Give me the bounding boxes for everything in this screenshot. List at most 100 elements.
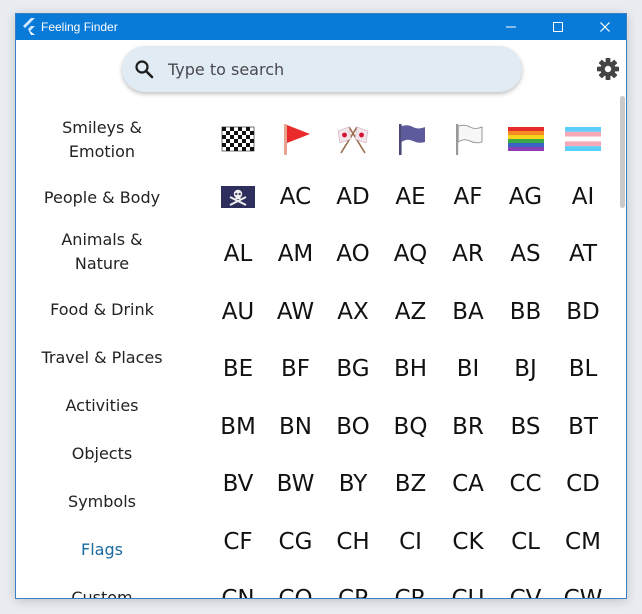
flag-tile[interactable]: AU [209,283,267,341]
flag-tile[interactable]: AW [267,283,325,341]
flag-tile[interactable]: AC [267,168,325,226]
flag-tile[interactable]: AE [382,168,440,226]
flag-tile[interactable]: CI [382,513,440,571]
flag-tile[interactable]: BL [554,340,612,398]
flag-code: CL [511,528,540,555]
flag-tile[interactable]: AO [324,225,382,283]
sidebar-item-flags[interactable]: Flags [16,538,188,562]
flag-code: CO [278,586,313,599]
maximize-button[interactable] [535,14,581,40]
app-window: Feeling Finder Smile [15,13,627,599]
flag-tile[interactable]: BF [267,340,325,398]
flag-tile[interactable]: BI [439,340,497,398]
flag-tile[interactable]: AQ [382,225,440,283]
flag-tile[interactable]: AF [439,168,497,226]
flag-tile[interactable]: BJ [497,340,555,398]
close-button[interactable] [582,14,626,40]
flag-tile[interactable]: CG [267,513,325,571]
flag-tile[interactable]: BM [209,398,267,456]
emoji-tile[interactable] [324,110,382,168]
emoji-tile[interactable] [209,110,267,168]
flag-tile[interactable]: AZ [382,283,440,341]
sidebar-item-symbols[interactable]: Symbols [16,490,188,514]
flag-tile[interactable]: BN [267,398,325,456]
flag-tile[interactable]: CR [382,570,440,598]
flag-tile[interactable]: BA [439,283,497,341]
sidebar-item-label: Food & Drink [50,300,154,319]
flag-tile[interactable]: BB [497,283,555,341]
gear-icon[interactable] [595,56,621,82]
emoji-tile[interactable] [497,110,555,168]
title-bar[interactable]: Feeling Finder [16,14,626,40]
flag-tile[interactable]: BG [324,340,382,398]
sidebar-item-smileys-emotion[interactable]: Smileys & Emotion [16,116,188,164]
scrollbar-thumb[interactable] [620,96,625,208]
emoji-tile[interactable] [267,110,325,168]
emoji-tile[interactable] [439,110,497,168]
search-input[interactable] [168,56,498,82]
flag-tile[interactable]: CD [554,455,612,513]
flag-tile[interactable]: BZ [382,455,440,513]
flag-tile[interactable]: CP [324,570,382,598]
category-sidebar: Smileys & Emotion People & Body Animals & Na… [16,104,188,598]
emoji-tile[interactable] [209,168,267,226]
emoji-tile[interactable] [382,110,440,168]
white-flag-icon [450,121,486,157]
chequered-flag-icon [220,125,256,153]
flag-tile[interactable]: CH [324,513,382,571]
flag-tile[interactable]: CA [439,455,497,513]
flag-tile[interactable]: BD [554,283,612,341]
flag-tile[interactable]: AD [324,168,382,226]
sidebar-item-custom[interactable]: Custom [16,586,188,598]
flag-tile[interactable]: AR [439,225,497,283]
flag-tile[interactable]: CO [267,570,325,599]
flag-tile[interactable]: AS [497,225,555,283]
minimize-icon [506,26,516,28]
flag-tile[interactable]: AX [324,283,382,341]
sidebar-item-food-drink[interactable]: Food & Drink [16,298,188,322]
flag-tile[interactable]: CC [497,455,555,513]
flag-tile[interactable]: CK [439,513,497,571]
flag-tile[interactable]: BS [497,398,555,456]
search-bar[interactable] [122,46,522,92]
flag-tile[interactable]: CV [497,570,555,598]
flag-tile[interactable]: BE [209,340,267,398]
flag-code: BR [452,413,484,440]
sidebar-item-travel-places[interactable]: Travel & Places [16,346,188,370]
flag-code: BG [336,356,370,382]
flag-code: BE [222,356,254,382]
flag-tile[interactable]: CM [554,513,612,571]
flag-tile[interactable]: AG [497,168,555,226]
flag-tile[interactable]: BW [267,455,325,513]
sidebar-item-objects[interactable]: Objects [16,442,188,466]
maximize-icon [553,22,563,32]
flag-tile[interactable]: CF [209,513,267,571]
flag-tile[interactable]: AL [209,225,267,283]
flag-tile[interactable]: BH [382,340,440,398]
sidebar-item-people-body[interactable]: People & Body [16,186,188,210]
flag-tile[interactable]: BO [324,398,382,456]
flag-code: CA [452,471,484,497]
flag-tile[interactable]: BQ [382,398,440,456]
flag-tile[interactable]: BY [324,455,382,513]
pirate-flag-icon [220,183,256,211]
flag-tile[interactable]: BT [554,398,612,456]
sidebar-item-activities[interactable]: Activities [16,394,188,418]
emoji-tile[interactable] [554,110,612,168]
sidebar-item-label: Activities [65,396,139,415]
flag-tile[interactable]: AT [554,225,612,283]
sidebar-item-animals-nature[interactable]: Animals & Nature [16,228,188,276]
flag-tile[interactable]: CL [497,513,555,571]
flag-tile[interactable]: CN [209,570,267,598]
flag-code: CC [509,471,542,497]
flag-tile[interactable]: CW [554,570,612,598]
flag-code: CF [223,528,253,555]
flag-code: AF [453,183,483,210]
flag-tile[interactable]: CU [439,570,497,598]
sidebar-item-label: Smileys & [62,118,142,137]
flag-tile[interactable]: BR [439,398,497,456]
flag-tile[interactable]: AM [267,225,325,283]
flag-tile[interactable]: BV [209,455,267,513]
minimize-button[interactable] [488,14,534,40]
flag-tile[interactable]: AI [554,168,612,226]
